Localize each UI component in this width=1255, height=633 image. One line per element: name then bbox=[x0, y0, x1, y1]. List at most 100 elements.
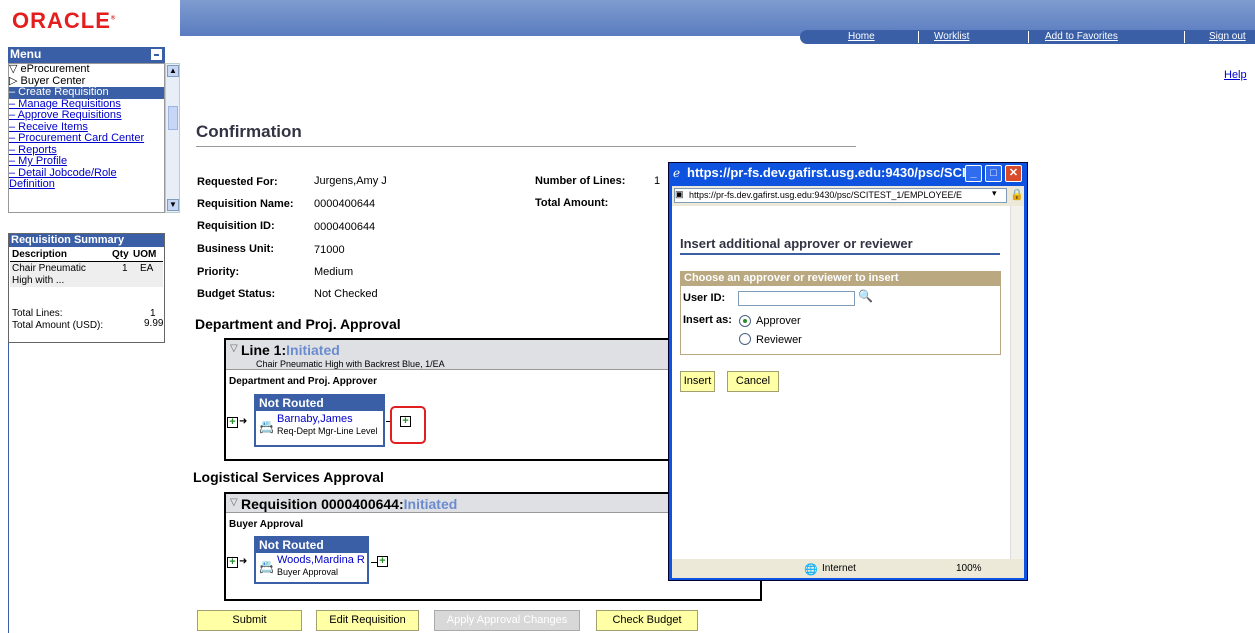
menu-item-my-profile[interactable]: – My Profile bbox=[9, 156, 164, 168]
budget-status-label: Budget Status: bbox=[197, 288, 276, 300]
top-nav: Home Worklist Add to Favorites Sign out bbox=[800, 30, 1255, 44]
approver-role: Buyer Approval bbox=[277, 567, 339, 577]
requested-for-value: Jurgens,Amy J bbox=[314, 175, 387, 187]
approver-header: Department and Proj. Approver bbox=[229, 376, 377, 387]
insert-before-icon[interactable]: + bbox=[227, 417, 238, 428]
lock-icon: 🔒 bbox=[1010, 189, 1024, 201]
priority-label: Priority: bbox=[197, 266, 240, 278]
globe-icon: 🌐 bbox=[804, 564, 818, 576]
bu-label: Business Unit: bbox=[197, 243, 275, 255]
req-id-label: Requisition ID: bbox=[197, 220, 275, 232]
line-approval-box: ▽ Line 1:Initiated Chair Pneumatic High … bbox=[224, 338, 674, 461]
requisition-summary: Requisition Summary Description Qty UOM … bbox=[8, 233, 165, 343]
req-name-label: Requisition Name: bbox=[197, 198, 294, 210]
arrow-icon: ➜ bbox=[239, 556, 248, 567]
menu-panel: ▽ eProcurement ▷ Buyer Center – Create R… bbox=[8, 63, 165, 213]
cancel-button[interactable]: Cancel bbox=[727, 371, 779, 392]
menu-item-eprocurement[interactable]: ▽ eProcurement bbox=[9, 64, 164, 76]
req-title: Requisition 0000400644:Initiated bbox=[241, 496, 457, 512]
requested-for-label: Requested For: bbox=[197, 176, 278, 188]
check-budget-button[interactable]: Check Budget bbox=[596, 610, 698, 631]
zoom-level[interactable]: 100% bbox=[956, 563, 982, 574]
address-dropdown-icon[interactable]: ▾ bbox=[992, 188, 997, 199]
approver-name-link[interactable]: Woods,Mardina R bbox=[277, 554, 365, 566]
item-qty: 1 bbox=[122, 263, 128, 274]
col-qty: Qty bbox=[112, 249, 129, 260]
submit-button[interactable]: Submit bbox=[197, 610, 302, 631]
item-uom: EA bbox=[140, 263, 154, 274]
approver-icon: 📇 bbox=[259, 560, 274, 574]
reviewer-option-label: Reviewer bbox=[756, 334, 802, 346]
total-amount-label: Total Amount (USD): bbox=[12, 320, 104, 331]
col-uom: UOM bbox=[133, 249, 157, 260]
reviewer-radio[interactable] bbox=[739, 333, 751, 345]
insert-before-icon[interactable]: + bbox=[227, 557, 238, 568]
line-title: Line 1:Initiated bbox=[241, 342, 340, 358]
budget-status-value: Not Checked bbox=[314, 288, 378, 300]
page-icon: ▣ bbox=[675, 189, 684, 199]
nav-divider bbox=[918, 31, 919, 43]
minimize-window-icon[interactable]: _ bbox=[965, 165, 982, 182]
total-amount-label: Total Amount: bbox=[535, 197, 609, 209]
line-status: Initiated bbox=[286, 342, 340, 358]
summary-title: Requisition Summary bbox=[9, 234, 164, 247]
heading-underline bbox=[680, 253, 1000, 255]
menu-item-definition[interactable]: Definition bbox=[9, 179, 164, 191]
close-window-icon[interactable]: ✕ bbox=[1005, 165, 1022, 182]
menu-item-approve-requisitions[interactable]: – Approve Requisitions bbox=[9, 110, 164, 122]
insert-button[interactable]: Insert bbox=[680, 371, 715, 392]
page-title: Confirmation bbox=[196, 122, 302, 141]
req-title-text: Requisition 0000400644: bbox=[241, 496, 404, 512]
scroll-up-icon[interactable]: ▲ bbox=[167, 65, 179, 77]
oracle-logo: ORACLE® bbox=[12, 8, 117, 33]
approver-name-link[interactable]: Barnaby,James bbox=[277, 413, 353, 425]
menu-item-create-requisition[interactable]: – Create Requisition bbox=[9, 87, 164, 99]
userid-label: User ID: bbox=[683, 292, 726, 304]
search-icon[interactable]: 🔍 bbox=[858, 289, 873, 303]
maximize-window-icon[interactable]: □ bbox=[985, 165, 1002, 182]
userid-input[interactable] bbox=[738, 291, 855, 306]
lines-label: Number of Lines: bbox=[535, 175, 626, 187]
dept-section-title: Department and Proj. Approval bbox=[195, 316, 401, 332]
card-status: Not Routed bbox=[256, 396, 383, 411]
choose-panel: Choose an approver or reviewer to insert… bbox=[680, 271, 1001, 355]
scroll-thumb[interactable] bbox=[168, 106, 178, 130]
nav-divider bbox=[1028, 31, 1029, 43]
insert-after-icon[interactable]: + bbox=[377, 556, 388, 567]
nav-add-to-favorites[interactable]: Add to Favorites bbox=[1045, 31, 1118, 42]
collapse-icon[interactable]: ▽ bbox=[230, 343, 238, 354]
approver-radio[interactable] bbox=[739, 315, 751, 327]
edit-requisition-button[interactable]: Edit Requisition bbox=[316, 610, 419, 631]
approver-card: Not Routed 📇 Woods,Mardina R Buyer Appro… bbox=[254, 536, 369, 584]
menu-header: Menu bbox=[8, 47, 165, 63]
nav-sign-out[interactable]: Sign out bbox=[1209, 31, 1246, 42]
status-bar: 🌐 Internet 100% bbox=[672, 559, 1024, 578]
lines-value: 1 bbox=[654, 175, 661, 187]
address-bar: https://pr-fs.dev.gafirst.usg.edu:9430/p… bbox=[672, 186, 1024, 206]
approver-role: Req-Dept Mgr-Line Level bbox=[277, 426, 378, 436]
scroll-down-icon[interactable]: ▼ bbox=[167, 199, 179, 211]
popup-scrollbar[interactable] bbox=[1010, 206, 1024, 559]
insert-as-label: Insert as: bbox=[683, 314, 732, 326]
total-amount-value: 9.99 bbox=[144, 318, 164, 329]
arrow-icon: ➜ bbox=[239, 416, 248, 427]
insert-after-icon[interactable]: + bbox=[400, 416, 411, 427]
priority-value: Medium bbox=[314, 266, 354, 278]
address-input[interactable]: https://pr-fs.dev.gafirst.usg.edu:9430/p… bbox=[674, 188, 1007, 203]
insert-heading: Insert additional approver or reviewer bbox=[680, 236, 913, 251]
collapse-icon[interactable]: ▽ bbox=[230, 497, 238, 508]
req-id-value: 0000400644 bbox=[314, 221, 376, 233]
menu-scrollbar[interactable]: ▲ ▼ bbox=[165, 63, 180, 213]
approver-header: Buyer Approval bbox=[229, 519, 304, 530]
total-lines-label: Total Lines: bbox=[12, 308, 63, 319]
apply-approval-changes-button[interactable]: Apply Approval Changes bbox=[434, 610, 580, 631]
help-link[interactable]: Help bbox=[1224, 69, 1247, 81]
nav-home[interactable]: Home bbox=[848, 31, 875, 42]
approver-icon: 📇 bbox=[259, 420, 274, 434]
menu-item-procurement-card-center[interactable]: – Procurement Card Center bbox=[9, 133, 164, 145]
req-status: Initiated bbox=[403, 496, 458, 512]
nav-worklist[interactable]: Worklist bbox=[934, 31, 969, 42]
minimize-icon[interactable] bbox=[151, 49, 162, 60]
ie-icon: ℯ bbox=[673, 166, 681, 180]
title-underline bbox=[196, 146, 856, 147]
